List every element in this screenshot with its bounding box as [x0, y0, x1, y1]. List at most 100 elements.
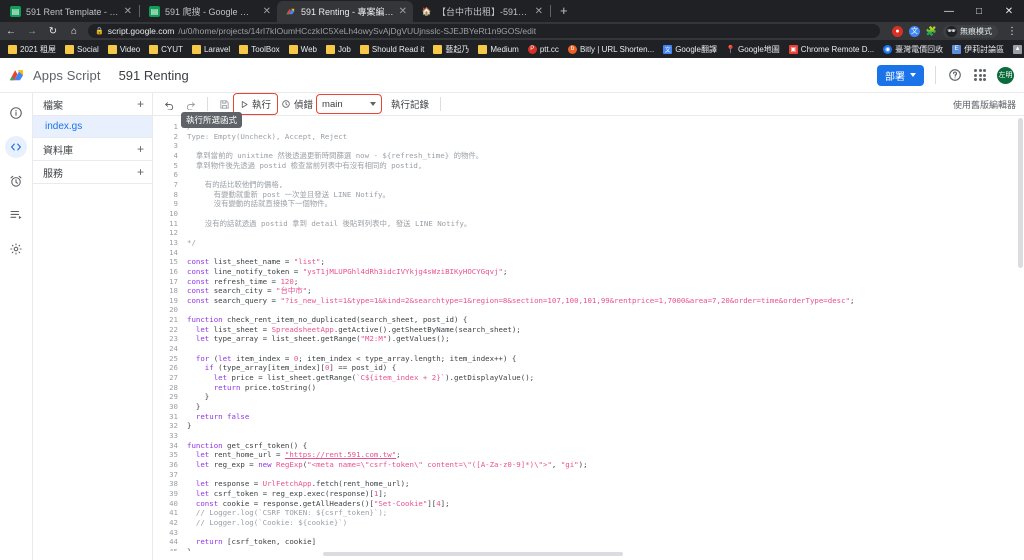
close-icon[interactable]: ✕ [535, 6, 543, 17]
bookmark-item[interactable]: 文 Google翻譯 [659, 43, 721, 56]
save-icon[interactable] [214, 97, 235, 112]
app-header: Apps Script 591 Renting 部署 左明 [0, 58, 1024, 92]
divider [935, 66, 936, 84]
rail-item-overview[interactable] [5, 102, 27, 124]
folder-icon [65, 44, 75, 54]
maximize-button[interactable]: □ [964, 6, 994, 17]
execution-log-label: 執行記錄 [391, 100, 430, 111]
code-content[interactable]: 1/* 2Type: Empty(Uncheck), Accept, Rejec… [153, 116, 1024, 551]
apps-grid-icon[interactable] [974, 69, 986, 81]
project-name[interactable]: 591 Renting [119, 68, 189, 83]
rail-item-settings[interactable] [5, 238, 27, 260]
url-host: script.google.com [107, 26, 175, 36]
libraries-section-header: 資料庫 + [33, 138, 152, 161]
bookmark-item[interactable]: Web [285, 44, 321, 55]
close-window-button[interactable]: ✕ [994, 6, 1024, 17]
bookmark-item[interactable]: b Bitly | URL Shorten... [564, 44, 658, 55]
new-tab-button[interactable]: + [552, 3, 576, 20]
code-editor[interactable]: 1/* 2Type: Empty(Uncheck), Accept, Rejec… [153, 116, 1024, 551]
google-translate-icon[interactable]: 文 [909, 25, 920, 37]
plus-icon[interactable]: + [137, 98, 144, 110]
libraries-label: 資料庫 [43, 145, 73, 157]
chrome-menu-icon[interactable]: ⋮ [1004, 26, 1020, 37]
help-icon[interactable] [947, 67, 963, 83]
bookmark-item[interactable]: Job [322, 44, 355, 55]
bookmark-item[interactable]: Video [104, 44, 144, 55]
deploy-button[interactable]: 部署 [877, 64, 924, 86]
close-icon[interactable]: ✕ [263, 6, 271, 17]
legacy-editor-link[interactable]: 使用舊版編輯器 [953, 98, 1016, 111]
scrollbar-thumb[interactable] [1018, 118, 1023, 268]
code-scroll-viewport[interactable]: 1/* 2Type: Empty(Uncheck), Accept, Rejec… [153, 116, 1024, 551]
browser-tab-2[interactable]: ▤ 591 爬搜 - Google 試算表 ✕ [141, 1, 277, 22]
url-path: /u/0/home/projects/14rI7kIOumHCczkIC5XeL… [178, 26, 537, 36]
rail-item-editor[interactable] [5, 136, 27, 158]
rail-item-executions[interactable] [5, 204, 27, 226]
function-select[interactable]: main [316, 94, 383, 114]
extension-icon-red[interactable]: ● [892, 25, 903, 37]
services-section-header: 服務 + [33, 161, 152, 184]
address-bar[interactable]: 🔒 script.google.com/u/0/home/projects/14… [88, 24, 880, 38]
bookmark-item[interactable]: ▣ Chrome Remote D... [785, 44, 878, 55]
folder-icon [8, 44, 17, 54]
avatar[interactable]: 左明 [997, 66, 1014, 84]
bookmark-item[interactable]: Pptt.cc [524, 44, 563, 55]
browser-tab-4[interactable]: 🏠 【台中市出租】-591房屋交易網 ✕ [413, 1, 549, 22]
bookmark-item[interactable]: CYUT [145, 44, 187, 55]
debug-icon [281, 99, 291, 109]
minimize-button[interactable]: — [934, 6, 964, 17]
bitly-icon: b [567, 44, 577, 54]
file-item-index-gs[interactable]: index.gs [33, 116, 152, 138]
tab-title: 【台中市出租】-591房屋交易網 [437, 7, 530, 17]
debug-button[interactable]: 偵錯 [276, 95, 318, 113]
plus-icon[interactable]: + [137, 143, 144, 155]
home-icon[interactable]: ⌂ [67, 26, 81, 37]
bookmark-item[interactable]: ▲勞全達人 [1009, 43, 1024, 56]
browser-tab-3-active[interactable]: 591 Renting - 專案編輯器 - App ✕ [277, 1, 413, 22]
redo-icon[interactable] [180, 97, 201, 112]
execution-log-button[interactable]: 執行記錄 [386, 95, 434, 113]
plus-icon[interactable]: + [137, 166, 144, 178]
undo-icon[interactable] [159, 97, 180, 112]
horizontal-scrollbar[interactable] [153, 551, 1024, 557]
product-name[interactable]: Apps Script [33, 68, 101, 83]
bookmark-item[interactable]: E 伊莉討論區 [948, 43, 1008, 56]
bookmark-item[interactable]: Medium [474, 44, 522, 55]
site-icon: ◉ [883, 44, 893, 54]
scrollbar-thumb[interactable] [323, 552, 623, 556]
run-button[interactable]: 執行 [232, 93, 279, 115]
close-icon[interactable]: ✕ [124, 6, 132, 17]
incognito-label: 無痕模式 [960, 26, 992, 36]
browser-tab-1[interactable]: ▤ 591 Rent Template - Google 試 ✕ [2, 1, 138, 22]
file-pane: 檔案 + index.gs 資料庫 + 服務 + [33, 93, 153, 560]
reload-icon[interactable]: ↻ [46, 26, 60, 37]
back-icon[interactable]: ← [4, 26, 18, 37]
rail-item-triggers[interactable] [5, 170, 27, 192]
close-icon[interactable]: ✕ [399, 6, 407, 17]
bookmark-label: Social [77, 44, 99, 54]
bookmark-item[interactable]: 2021 租屋 [4, 43, 60, 56]
file-name: index.gs [45, 121, 83, 132]
editor-column: 執行 偵錯 main 執行記錄 使用舊版編輯器 執行所選函式 1 2 Type:… [153, 93, 1024, 560]
bookmark-label: Web [300, 44, 317, 54]
folder-icon [239, 44, 249, 54]
bookmark-item[interactable]: Should Read it [356, 44, 428, 55]
bookmark-item[interactable]: Social [61, 44, 103, 55]
toolbar-divider [440, 97, 442, 111]
bookmark-item[interactable]: Laravel [188, 44, 234, 55]
bookmark-item[interactable]: ToolBox [235, 44, 283, 55]
bookmark-item[interactable]: ◉ 臺灣電價回收 [879, 43, 947, 56]
vertical-scrollbar[interactable] [1017, 116, 1024, 551]
deploy-label: 部署 [885, 71, 905, 83]
chevron-down-icon [910, 73, 916, 77]
google-maps-icon: 📍 [725, 44, 736, 54]
apps-script-icon [285, 6, 296, 17]
bookmarks-bar: 2021 租屋 Social Video CYUT Laravel ToolBo… [0, 40, 1024, 58]
extensions-puzzle-icon[interactable]: 🧩 [926, 26, 937, 37]
window-controls: — □ ✕ [934, 0, 1024, 22]
folder-icon [478, 44, 488, 54]
incognito-indicator[interactable]: 🕶 無痕模式 [943, 24, 998, 38]
bookmark-item[interactable]: 📍 Google地圖 [722, 43, 784, 56]
forward-icon[interactable]: → [25, 26, 39, 37]
bookmark-item[interactable]: 藝起乃 [429, 43, 473, 56]
